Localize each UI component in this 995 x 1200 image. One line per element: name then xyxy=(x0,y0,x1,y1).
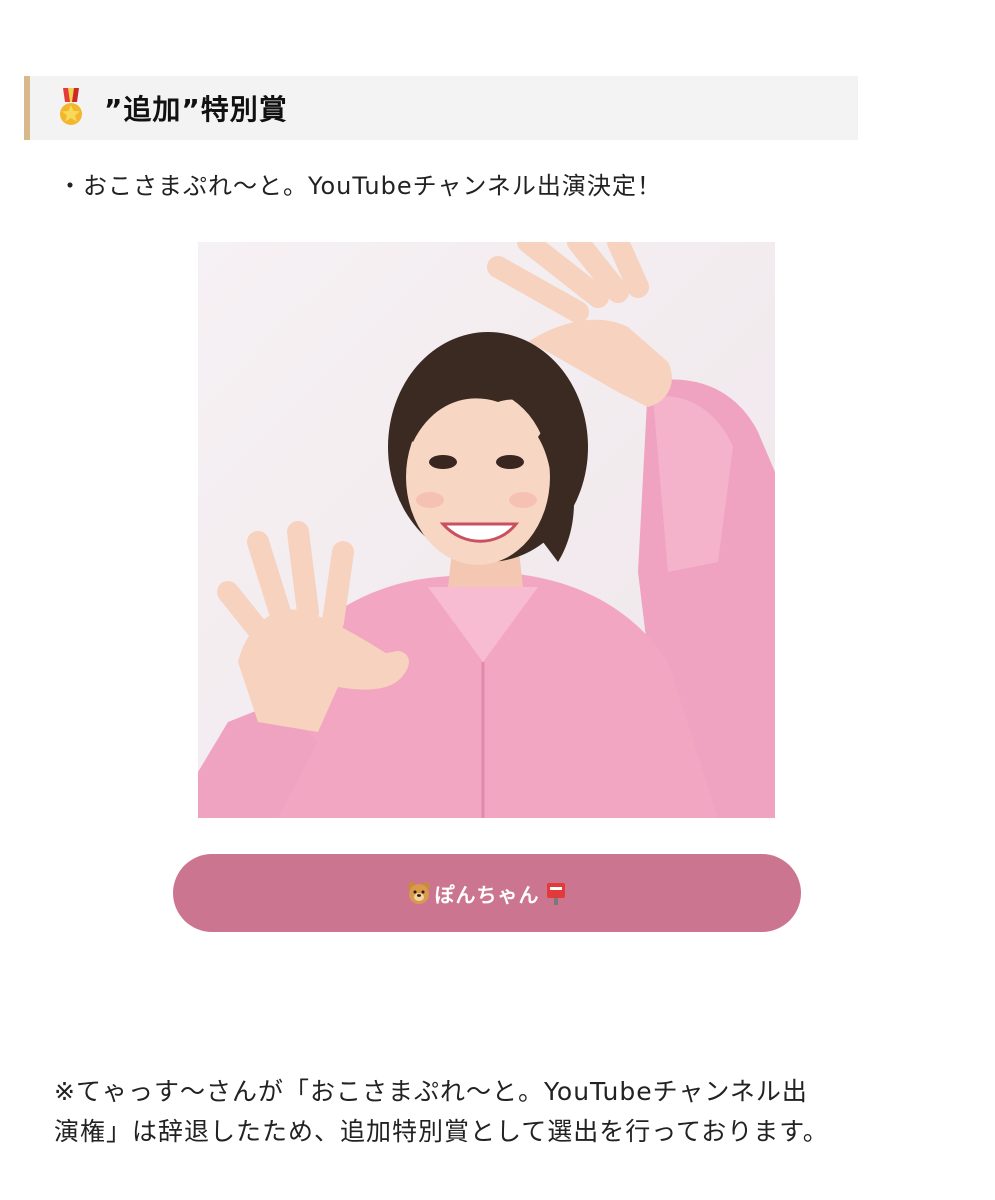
note-line-1: ※てゃっす〜さんが「おこさまぷれ〜と。YouTubeチャンネル出 xyxy=(54,1077,808,1106)
postbox-icon xyxy=(544,881,568,905)
section-heading: ”追加”特別賞 xyxy=(24,76,858,140)
bear-face-icon xyxy=(407,881,431,905)
profile-photo xyxy=(198,242,775,818)
button-label: ぽんちゃん xyxy=(434,882,540,907)
note-text: ※てゃっす〜さんが「おこさまぷれ〜と。YouTubeチャンネル出 演権」は辞退し… xyxy=(54,1072,934,1152)
ponchan-button[interactable]: ぽんちゃん xyxy=(173,854,801,932)
section-title: ”追加”特別賞 xyxy=(104,93,288,126)
military-medal-icon xyxy=(56,88,86,128)
announcement-text: ・おこさまぷれ〜と。YouTubeチャンネル出演決定！ xyxy=(58,172,662,200)
note-line-2: 演権」は辞退したため、追加特別賞として選出を行っております。 xyxy=(54,1117,829,1146)
